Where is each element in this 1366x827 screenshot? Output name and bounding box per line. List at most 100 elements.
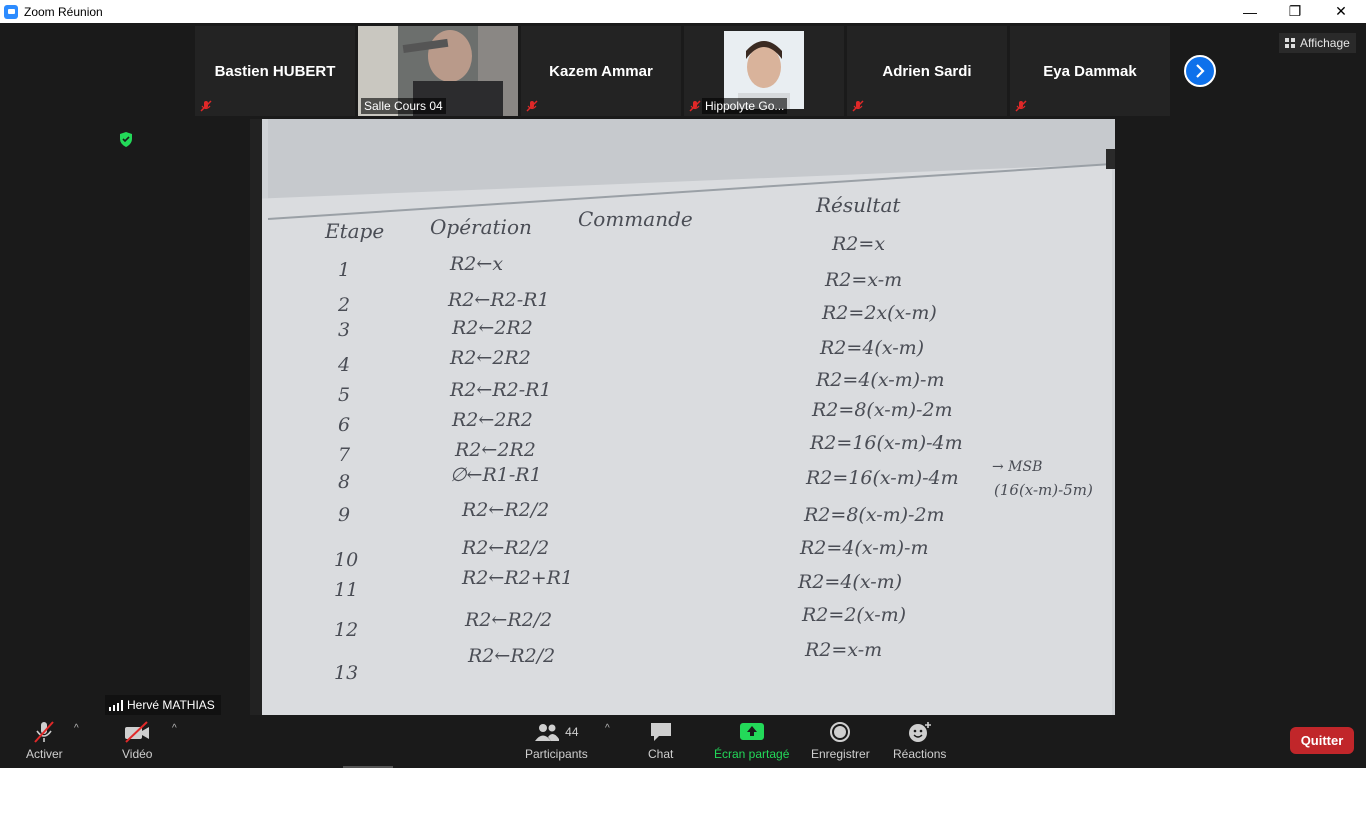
msb-note: → MSB (992, 459, 1043, 475)
msb-formula-note: (16(x-m)-5m) (994, 481, 1093, 499)
participant-tile[interactable]: Adrien Sardi (847, 26, 1007, 116)
muted-mic-icon (526, 100, 538, 112)
unmute-label: Activer (26, 747, 63, 761)
audio-options-caret[interactable]: ^ (74, 723, 79, 734)
active-speaker-label: Hervé MATHIAS (105, 695, 221, 715)
step-number: 4 (338, 354, 351, 376)
participant-tile[interactable]: Bastien HUBERT (195, 26, 355, 116)
view-button-label: Affichage (1300, 36, 1350, 50)
view-button[interactable]: Affichage (1279, 33, 1356, 53)
operation-text: R2←2R2 (450, 347, 531, 369)
reactions-button[interactable]: Réactions (893, 721, 946, 761)
signal-strength-icon (109, 699, 123, 711)
shared-screen: Etape Opération Commande Résultat 1 2 3 … (250, 119, 1115, 715)
operation-text: R2←R2/2 (462, 537, 550, 559)
participants-icon (535, 724, 560, 741)
participant-tile-photo[interactable]: Hippolyte Go... (684, 26, 844, 116)
step-number: 10 (334, 549, 359, 571)
header-etape: Etape (325, 219, 385, 243)
step-number: 2 (338, 294, 351, 316)
step-number: 3 (338, 319, 351, 341)
muted-mic-icon (1015, 100, 1027, 112)
operation-text: R2←x (450, 253, 504, 275)
close-button[interactable]: ✕ (1318, 0, 1364, 23)
operation-text: R2←2R2 (455, 439, 536, 461)
restore-button[interactable]: ❐ (1272, 0, 1318, 23)
title-bar: Zoom Réunion — ❐ ✕ (0, 0, 1366, 23)
chat-label: Chat (648, 747, 674, 761)
participants-button[interactable]: 44 Participants (525, 721, 588, 761)
security-shield-icon[interactable] (119, 132, 133, 147)
participant-name: Adrien Sardi (882, 63, 972, 80)
operation-text: R2←R2+R1 (462, 567, 574, 589)
step-number: 11 (334, 579, 359, 601)
participants-label: Participants (525, 747, 588, 761)
participant-tile-video[interactable]: Salle Cours 04 (358, 26, 518, 116)
next-participants-button[interactable] (1184, 55, 1216, 87)
start-video-button[interactable]: Vidéo (122, 721, 152, 761)
record-icon (830, 722, 851, 742)
leave-meeting-button[interactable]: Quitter (1290, 727, 1354, 754)
unmute-button[interactable]: Activer (26, 721, 63, 761)
muted-mic-icon (689, 100, 701, 112)
header-commande: Commande (578, 207, 693, 231)
participant-name: Hippolyte Go... (702, 98, 788, 114)
share-screen-icon (739, 723, 764, 740)
video-off-icon (125, 721, 150, 743)
operation-text: R2←2R2 (452, 317, 533, 339)
minimize-button[interactable]: — (1227, 0, 1273, 23)
step-number: 1 (338, 259, 351, 281)
reactions-label: Réactions (893, 747, 947, 761)
video-label: Vidéo (122, 747, 153, 761)
operation-text: R2←R2/2 (465, 609, 553, 631)
step-number: 5 (338, 384, 351, 406)
speaker-name: Hervé MATHIAS (127, 698, 215, 712)
result-text: R2=16(x-m)-4m (810, 432, 963, 454)
operation-text: R2←R2/2 (462, 499, 550, 521)
result-text: R2=16(x-m)-4m (806, 467, 959, 489)
grid-icon (1285, 38, 1295, 48)
participant-name: Eya Dammak (1043, 63, 1137, 80)
step-number: 6 (338, 414, 351, 436)
muted-mic-icon (200, 100, 212, 112)
result-text: R2=2x(x-m) (822, 302, 937, 324)
participant-tile[interactable]: Kazem Ammar (521, 26, 681, 116)
participant-name: Salle Cours 04 (361, 98, 446, 114)
step-number: 12 (334, 619, 359, 641)
participants-options-caret[interactable]: ^ (605, 723, 610, 734)
meeting-area: Bastien HUBERT Salle Cours 04 Kazem Amma… (0, 23, 1366, 768)
result-text: R2=4(x-m) (798, 571, 903, 593)
chat-icon (650, 723, 671, 741)
operation-text: R2←2R2 (452, 409, 533, 431)
taskbar-indicator (343, 766, 393, 768)
header-resultat: Résultat (816, 193, 901, 217)
result-text: R2=8(x-m)-2m (804, 504, 945, 526)
share-screen-button[interactable]: Écran partagé (714, 721, 789, 761)
share-screen-label: Écran partagé (714, 747, 790, 761)
step-number: 13 (334, 662, 359, 684)
operation-text: ∅←R1-R1 (450, 464, 542, 486)
chat-button[interactable]: Chat (648, 721, 673, 761)
result-text: R2=4(x-m) (820, 337, 925, 359)
header-operation: Opération (430, 215, 532, 239)
result-text: R2=x-m (825, 269, 903, 291)
step-number: 7 (338, 444, 351, 466)
record-button[interactable]: Enregistrer (811, 721, 870, 761)
participant-tile[interactable]: Eya Dammak (1010, 26, 1170, 116)
operation-text: R2←R2-R1 (448, 289, 550, 311)
result-text: R2=4(x-m)-m (800, 537, 929, 559)
participant-name: Bastien HUBERT (214, 63, 336, 80)
result-text: R2=2(x-m) (802, 604, 907, 626)
chevron-right-icon (1196, 64, 1205, 78)
muted-mic-icon (852, 100, 864, 112)
result-text: R2=8(x-m)-2m (812, 399, 953, 421)
operation-text: R2←R2/2 (468, 645, 556, 667)
zoom-app-icon (4, 4, 18, 19)
result-text: R2=x (832, 233, 886, 255)
record-label: Enregistrer (811, 747, 870, 761)
result-text: R2=x-m (805, 639, 883, 661)
muted-mic-icon (34, 721, 55, 743)
step-number: 8 (338, 471, 351, 493)
participants-count: 44 (565, 725, 579, 739)
video-options-caret[interactable]: ^ (172, 723, 177, 734)
